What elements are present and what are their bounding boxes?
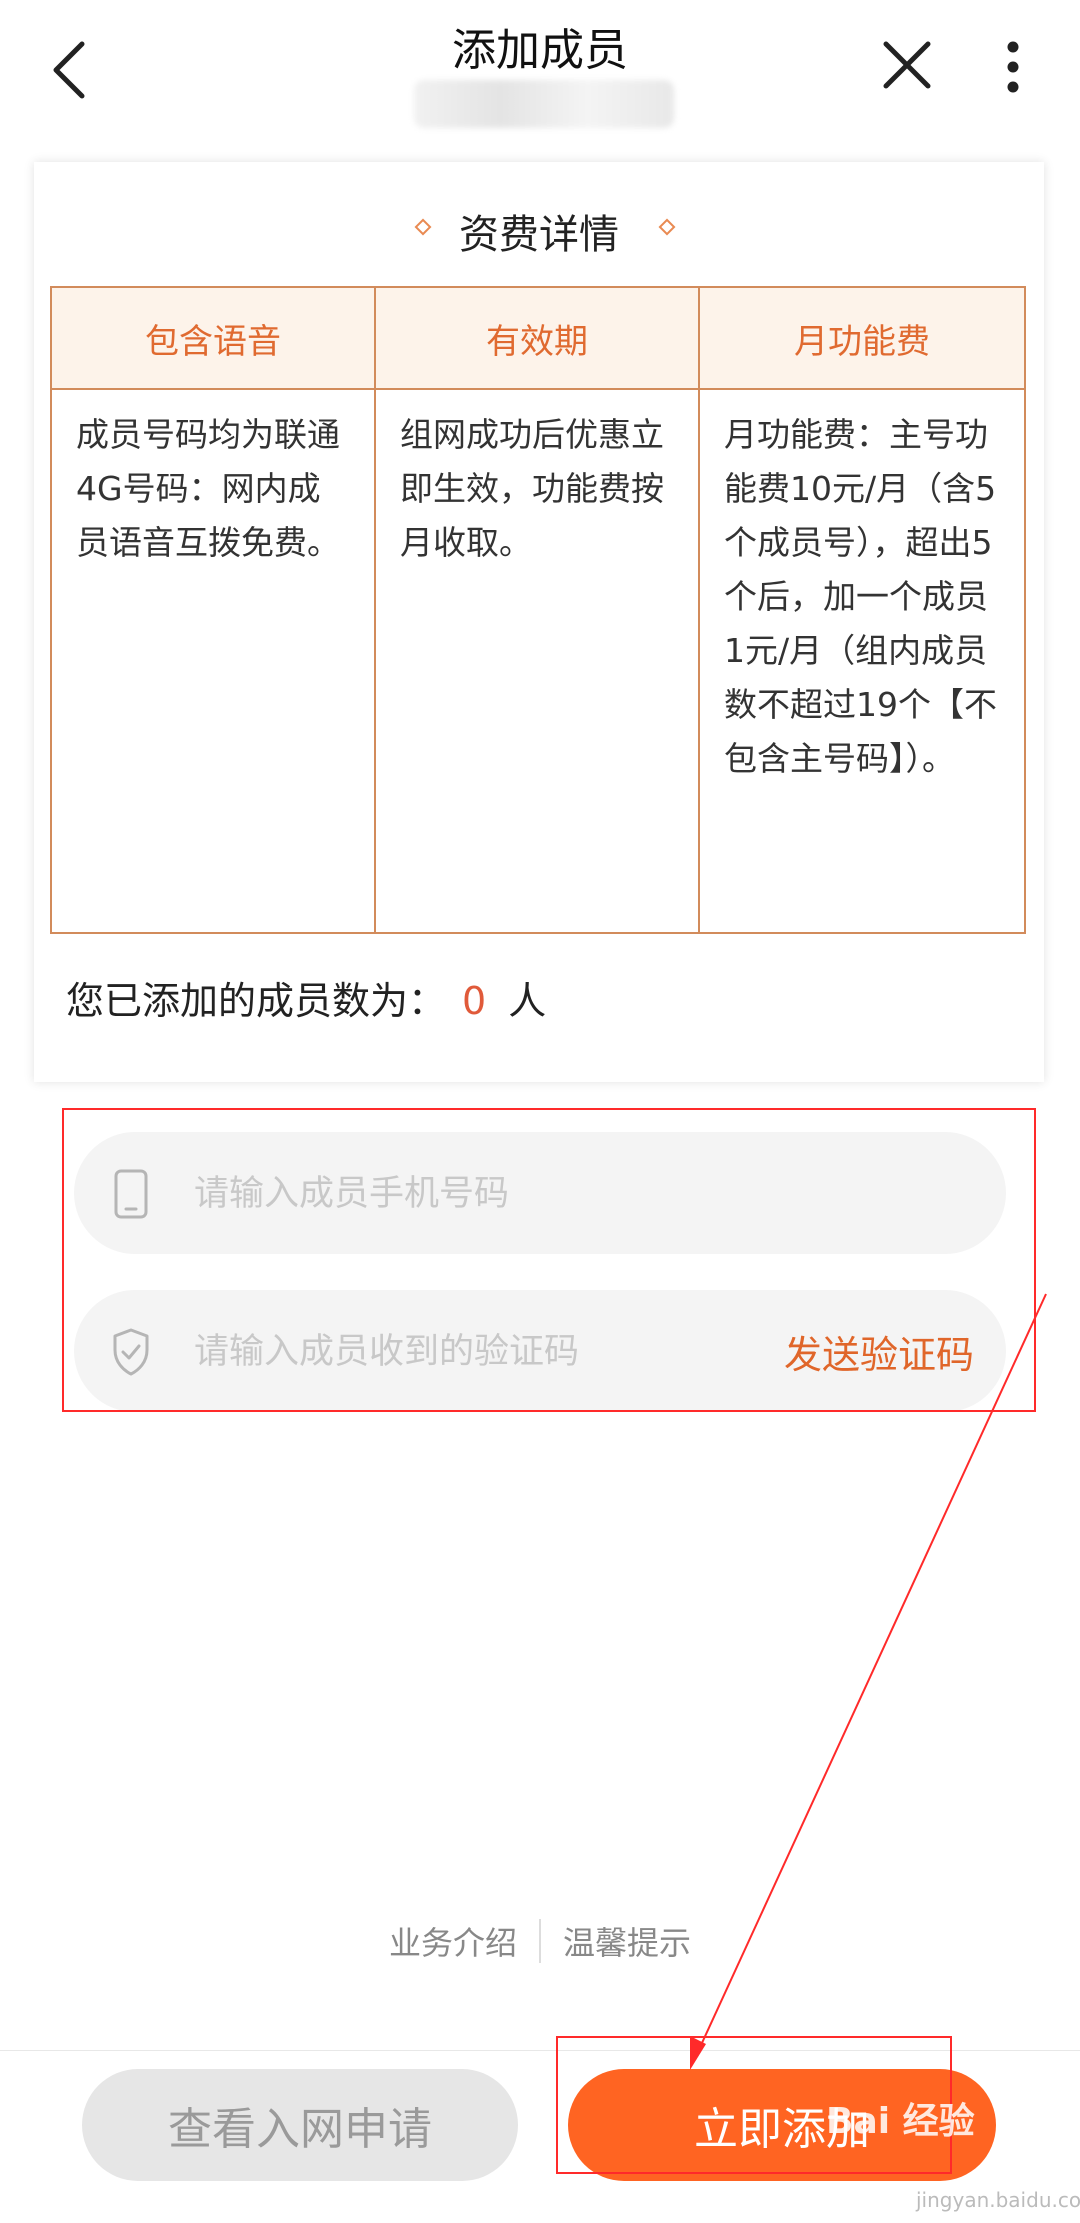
member-count-value: 0	[462, 979, 487, 1023]
title-decoration-right	[658, 218, 776, 236]
card-title: 资费详情	[459, 212, 619, 258]
fee-details-card: 资费详情 包含语音 有效期 月功能费 成员号码均为联通4G号码：网内成员语音互拨…	[34, 162, 1044, 1082]
watermark-url: jingyan.baidu.com	[916, 2188, 1080, 2212]
table-header-monthly-fee: 月功能费	[700, 288, 1024, 390]
footer-links: 业务介绍 温馨提示	[0, 1918, 1080, 1964]
business-intro-link[interactable]: 业务介绍	[389, 1918, 517, 1964]
watermark-logo: Bai 经验	[826, 2101, 975, 2142]
more-button[interactable]	[990, 35, 1036, 105]
table-header-validity: 有效期	[376, 288, 700, 390]
blurred-subtitle	[414, 80, 674, 128]
footer-divider	[539, 1919, 541, 1963]
member-count-unit: 人	[508, 979, 547, 1023]
member-count-label: 您已添加的成员数为：	[66, 979, 447, 1023]
card-title-row: 资费详情	[34, 194, 1044, 264]
table-cell-validity: 组网成功后优惠立即生效，功能费按月收取。	[376, 390, 700, 932]
table-cell-voice: 成员号码均为联通4G号码：网内成员语音互拨免费。	[52, 390, 376, 932]
member-count-row: 您已添加的成员数为： 0 人	[66, 970, 546, 1025]
close-icon	[883, 41, 931, 89]
top-nav-bar: 添加成员	[0, 0, 1080, 150]
close-button[interactable]	[872, 30, 942, 100]
table-header-voice: 包含语音	[52, 288, 376, 390]
more-vertical-icon	[1007, 41, 1019, 93]
annotation-box-form	[62, 1108, 1036, 1412]
view-application-button[interactable]: 查看入网申请	[82, 2069, 518, 2181]
tips-link[interactable]: 温馨提示	[563, 1918, 691, 1964]
fee-table: 包含语音 有效期 月功能费 成员号码均为联通4G号码：网内成员语音互拨免费。 组…	[50, 286, 1026, 934]
table-cell-monthly-fee: 月功能费：主号功能费10元/月（含5个成员号），超出5个后，加一个成员1元/月（…	[724, 415, 997, 778]
